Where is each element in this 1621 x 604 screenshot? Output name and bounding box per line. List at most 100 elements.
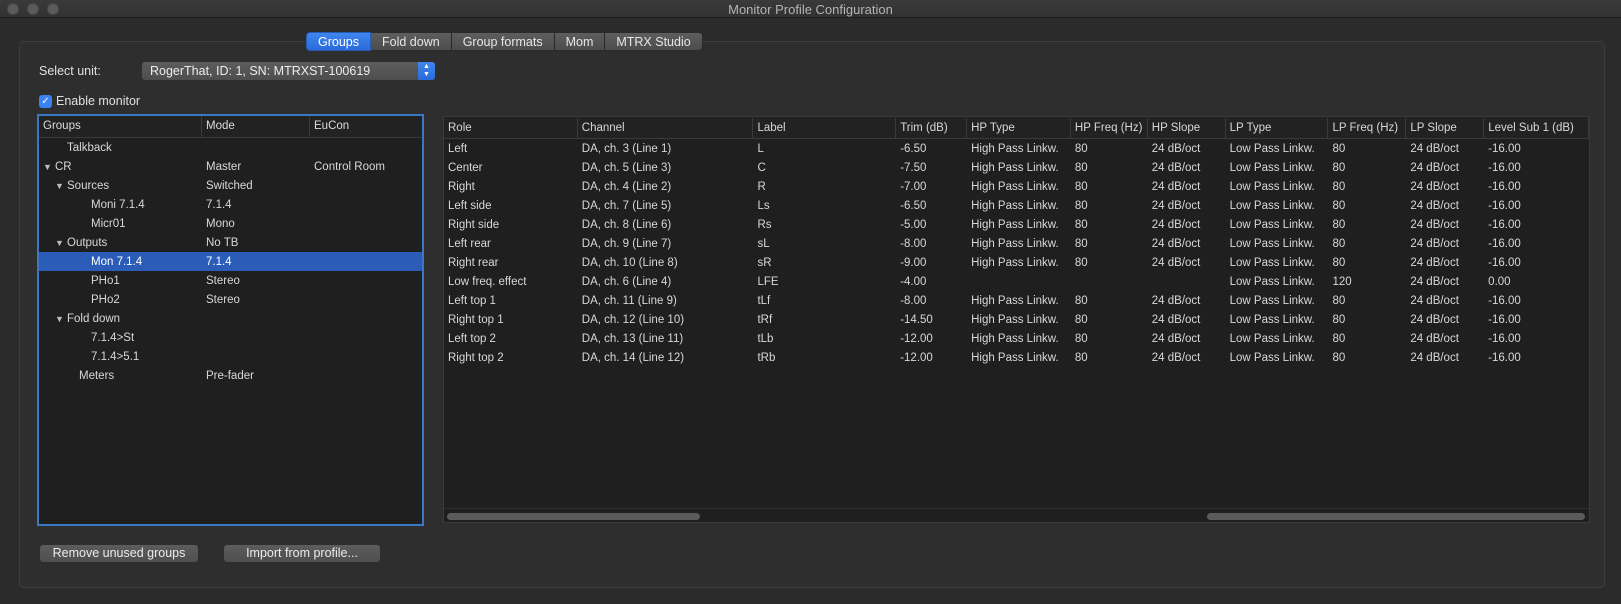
cell-hp-slope[interactable]: 24 dB/oct <box>1148 181 1226 193</box>
cell-lp-type[interactable]: Low Pass Linkw. <box>1226 238 1329 250</box>
tab-fold-down[interactable]: Fold down <box>371 32 452 51</box>
cell-hp-type[interactable]: High Pass Linkw. <box>967 333 1071 345</box>
column-header-hp-freq[interactable]: HP Freq (Hz) <box>1071 117 1148 138</box>
cell-role[interactable]: Left top 1 <box>444 295 578 307</box>
cell-lp-type[interactable]: Low Pass Linkw. <box>1226 143 1329 155</box>
cell-lp-freq[interactable]: 80 <box>1328 333 1406 345</box>
cell-trim[interactable]: -12.00 <box>896 333 967 345</box>
tree-row[interactable]: ▼ Fold down <box>39 309 422 328</box>
cell-trim[interactable]: -4.00 <box>896 276 967 288</box>
cell-lp-freq[interactable]: 80 <box>1328 219 1406 231</box>
cell-hp-type[interactable]: High Pass Linkw. <box>967 352 1071 364</box>
cell-channel[interactable]: DA, ch. 8 (Line 6) <box>578 219 754 231</box>
cell-hp-slope[interactable]: 24 dB/oct <box>1148 143 1226 155</box>
table-row[interactable]: Left side DA, ch. 7 (Line 5) Ls -6.50 High P… <box>444 196 1589 215</box>
cell-lp-type[interactable]: Low Pass Linkw. <box>1226 200 1329 212</box>
cell-level-sub-1[interactable]: -16.00 <box>1484 143 1589 155</box>
cell-channel[interactable]: DA, ch. 14 (Line 12) <box>578 352 754 364</box>
column-header-lp-freq[interactable]: LP Freq (Hz) <box>1328 117 1407 138</box>
cell-level-sub-1[interactable]: -16.00 <box>1484 295 1589 307</box>
table-row[interactable]: Right top 2 DA, ch. 14 (Line 12) tRb -12.00… <box>444 348 1589 367</box>
cell-level-sub-1[interactable]: -16.00 <box>1484 162 1589 174</box>
cell-channel[interactable]: DA, ch. 12 (Line 10) <box>578 314 754 326</box>
cell-lp-freq[interactable]: 80 <box>1328 238 1406 250</box>
cell-hp-freq[interactable]: 80 <box>1071 352 1148 364</box>
channel-grid[interactable]: Role Channel Label Trim (dB) HP Type HP Freq … <box>443 116 1590 523</box>
cell-lp-slope[interactable]: 24 dB/oct <box>1406 295 1484 307</box>
cell-label[interactable]: Rs <box>753 219 896 231</box>
tree-row[interactable]: Talkback <box>39 138 422 157</box>
cell-hp-slope[interactable]: 24 dB/oct <box>1148 257 1226 269</box>
cell-role[interactable]: Right <box>444 181 578 193</box>
cell-channel[interactable]: DA, ch. 10 (Line 8) <box>578 257 754 269</box>
cell-hp-type[interactable]: High Pass Linkw. <box>967 295 1071 307</box>
cell-label[interactable]: tRf <box>753 314 896 326</box>
cell-hp-freq[interactable]: 80 <box>1071 238 1148 250</box>
cell-hp-slope[interactable]: 24 dB/oct <box>1148 314 1226 326</box>
tab-mtrx-studio[interactable]: MTRX Studio <box>605 32 703 51</box>
cell-hp-slope[interactable]: 24 dB/oct <box>1148 200 1226 212</box>
cell-trim[interactable]: -14.50 <box>896 314 967 326</box>
table-row[interactable]: Left top 2 DA, ch. 13 (Line 11) tLb -12.00 H… <box>444 329 1589 348</box>
cell-trim[interactable]: -6.50 <box>896 200 967 212</box>
cell-level-sub-1[interactable]: -16.00 <box>1484 200 1589 212</box>
cell-lp-freq[interactable]: 80 <box>1328 143 1406 155</box>
table-row[interactable]: Center DA, ch. 5 (Line 3) C -7.50 High Pass … <box>444 158 1589 177</box>
disclosure-triangle-icon[interactable]: ▼ <box>55 238 67 248</box>
cell-hp-type[interactable]: High Pass Linkw. <box>967 219 1071 231</box>
cell-hp-freq[interactable]: 80 <box>1071 143 1148 155</box>
cell-lp-type[interactable]: Low Pass Linkw. <box>1226 295 1329 307</box>
tree-row[interactable]: Meters Pre-fader <box>39 366 422 385</box>
cell-lp-slope[interactable]: 24 dB/oct <box>1406 143 1484 155</box>
cell-label[interactable]: sR <box>753 257 896 269</box>
cell-lp-freq[interactable]: 80 <box>1328 314 1406 326</box>
cell-level-sub-1[interactable]: 0.00 <box>1484 276 1589 288</box>
unit-select[interactable]: RogerThat, ID: 1, SN: MTRXST-100619 ▲ ▼ <box>141 61 436 81</box>
cell-hp-freq[interactable]: 80 <box>1071 257 1148 269</box>
cell-channel[interactable]: DA, ch. 5 (Line 3) <box>578 162 754 174</box>
disclosure-triangle-icon[interactable]: ▼ <box>55 181 67 191</box>
cell-channel[interactable]: DA, ch. 3 (Line 1) <box>578 143 754 155</box>
cell-hp-slope[interactable]: 24 dB/oct <box>1148 238 1226 250</box>
cell-role[interactable]: Right side <box>444 219 578 231</box>
cell-level-sub-1[interactable]: -16.00 <box>1484 352 1589 364</box>
cell-label[interactable]: C <box>753 162 896 174</box>
cell-hp-type[interactable]: High Pass Linkw. <box>967 200 1071 212</box>
tree-row[interactable]: 7.1.4>St <box>39 328 422 347</box>
cell-lp-slope[interactable]: 24 dB/oct <box>1406 238 1484 250</box>
table-row[interactable]: Left rear DA, ch. 9 (Line 7) sL -8.00 High P… <box>444 234 1589 253</box>
cell-lp-type[interactable]: Low Pass Linkw. <box>1226 333 1329 345</box>
tree-row[interactable]: 7.1.4>5.1 <box>39 347 422 366</box>
cell-label[interactable]: Ls <box>753 200 896 212</box>
cell-hp-slope[interactable]: 24 dB/oct <box>1148 333 1226 345</box>
tree-row[interactable]: Moni 7.1.4 7.1.4 <box>39 195 422 214</box>
cell-trim[interactable]: -8.00 <box>896 295 967 307</box>
cell-lp-freq[interactable]: 80 <box>1328 295 1406 307</box>
column-header-role[interactable]: Role <box>444 117 578 138</box>
cell-hp-type[interactable]: High Pass Linkw. <box>967 181 1071 193</box>
enable-monitor-checkbox[interactable]: ✓ Enable monitor <box>39 94 140 108</box>
cell-lp-slope[interactable]: 24 dB/oct <box>1406 200 1484 212</box>
cell-label[interactable]: LFE <box>753 276 896 288</box>
cell-role[interactable]: Right top 2 <box>444 352 578 364</box>
column-header-groups[interactable]: Groups <box>39 116 202 137</box>
cell-trim[interactable]: -12.00 <box>896 352 967 364</box>
tree-row[interactable]: ▼ Sources Switched <box>39 176 422 195</box>
disclosure-triangle-icon[interactable]: ▼ <box>55 314 67 324</box>
scrollbar-thumb-right[interactable] <box>1207 513 1585 520</box>
cell-lp-type[interactable]: Low Pass Linkw. <box>1226 219 1329 231</box>
cell-role[interactable]: Center <box>444 162 578 174</box>
cell-level-sub-1[interactable]: -16.00 <box>1484 257 1589 269</box>
cell-role[interactable]: Right rear <box>444 257 578 269</box>
cell-trim[interactable]: -5.00 <box>896 219 967 231</box>
column-header-channel[interactable]: Channel <box>578 117 754 138</box>
table-row[interactable]: Right DA, ch. 4 (Line 2) R -7.00 High Pass L… <box>444 177 1589 196</box>
column-header-trim[interactable]: Trim (dB) <box>896 117 968 138</box>
cell-hp-type[interactable]: High Pass Linkw. <box>967 143 1071 155</box>
tree-row[interactable]: ▼ CR Master Control Room <box>39 157 422 176</box>
table-row[interactable]: Low freq. effect DA, ch. 6 (Line 4) LFE -4.… <box>444 272 1589 291</box>
cell-role[interactable]: Left rear <box>444 238 578 250</box>
column-header-eucon[interactable]: EuCon <box>310 116 422 137</box>
remove-unused-groups-button[interactable]: Remove unused groups <box>39 544 199 563</box>
cell-trim[interactable]: -7.00 <box>896 181 967 193</box>
